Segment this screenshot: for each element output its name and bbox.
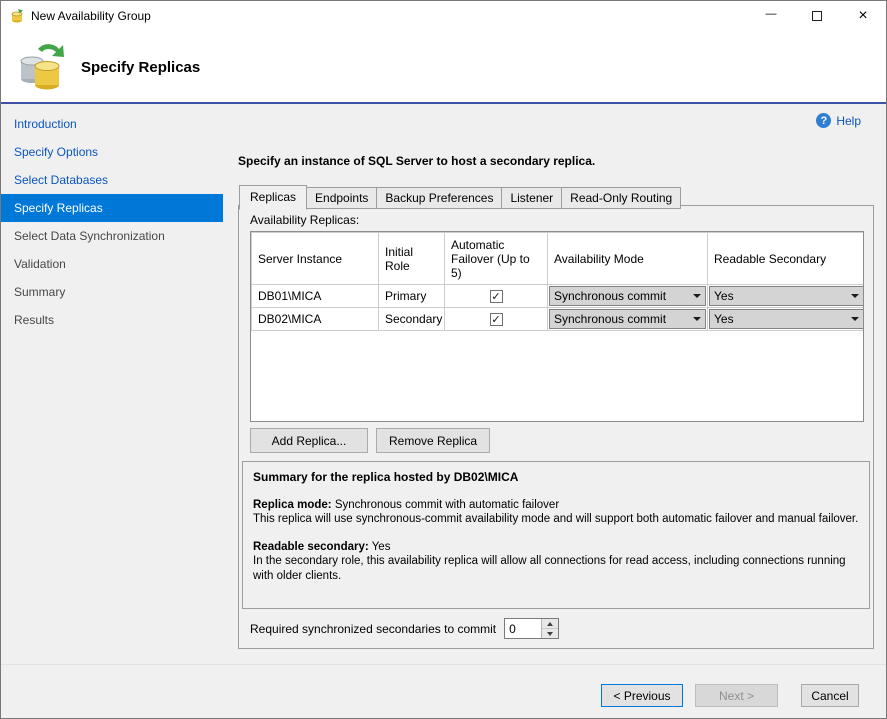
server-instance-cell: DB01\MICA xyxy=(252,285,379,308)
summary-replica-mode-section: Replica mode: Synchronous commit with au… xyxy=(253,498,859,527)
tab-backup-preferences[interactable]: Backup Preferences xyxy=(376,187,502,209)
column-header-automatic-failover: Automatic Failover (Up to 5) xyxy=(445,233,548,285)
remove-replica-button[interactable]: Remove Replica xyxy=(376,428,490,453)
help-label: Help xyxy=(836,114,861,128)
sidebar-item-summary: Summary xyxy=(1,278,223,306)
window-title: New Availability Group xyxy=(31,9,151,23)
column-header-server-instance: Server Instance xyxy=(252,233,379,285)
automatic-failover-checkbox[interactable] xyxy=(490,290,503,303)
required-sync-label: Required synchronized secondaries to com… xyxy=(250,622,496,636)
sidebar-item-validation: Validation xyxy=(1,250,223,278)
readable-secondary-select[interactable]: Yes xyxy=(709,309,864,329)
tab-listener[interactable]: Listener xyxy=(501,187,562,209)
server-instance-cell: DB02\MICA xyxy=(252,308,379,331)
new-availability-group-window: New Availability Group — × Specify Repli… xyxy=(0,0,887,719)
page-instruction: Specify an instance of SQL Server to hos… xyxy=(238,154,595,168)
titlebar: New Availability Group — × xyxy=(1,1,886,31)
table-row: DB02\MICA Secondary Synchronous commit xyxy=(252,308,865,331)
tab-strip: Replicas Endpoints Backup Preferences Li… xyxy=(239,185,681,209)
help-link[interactable]: ? Help xyxy=(816,113,861,128)
spinner-buttons xyxy=(541,619,558,638)
readable-secondary-label: Readable secondary: xyxy=(253,541,369,553)
sidebar-item-select-data-synchronization: Select Data Synchronization xyxy=(1,222,223,250)
maximize-button[interactable] xyxy=(794,1,840,31)
minimize-button[interactable]: — xyxy=(748,1,794,31)
table-row: DB01\MICA Primary Synchronous commit xyxy=(252,285,865,308)
spinner-up-icon xyxy=(547,622,553,626)
maximize-icon xyxy=(812,11,822,21)
readable-secondary-description: In the secondary role, this availability… xyxy=(253,554,859,583)
replicas-grid: Server Instance Initial Role Automatic F… xyxy=(250,231,864,422)
wizard-footer: < Previous Next > Cancel xyxy=(1,664,886,719)
initial-role-cell: Primary xyxy=(379,285,445,308)
chevron-down-icon xyxy=(847,317,863,321)
automatic-failover-checkbox[interactable] xyxy=(490,313,503,326)
required-sync-input[interactable] xyxy=(505,619,541,638)
previous-button[interactable]: < Previous xyxy=(601,684,683,707)
availability-mode-value: Synchronous commit xyxy=(550,289,689,303)
replica-mode-label: Replica mode: xyxy=(253,499,332,511)
readable-secondary-summary-value: Yes xyxy=(372,541,391,553)
required-sync-spinner xyxy=(504,618,559,639)
sidebar-item-results: Results xyxy=(1,306,223,334)
minimize-icon: — xyxy=(766,9,777,20)
wizard-steps-sidebar: Introduction Specify Options Select Data… xyxy=(1,104,223,664)
help-icon: ? xyxy=(816,113,831,128)
readable-secondary-select[interactable]: Yes xyxy=(709,286,864,306)
column-header-initial-role: Initial Role xyxy=(379,233,445,285)
sidebar-item-select-databases[interactable]: Select Databases xyxy=(1,166,223,194)
spinner-down-icon xyxy=(547,632,553,636)
chevron-down-icon xyxy=(847,294,863,298)
window-controls: — × xyxy=(748,1,886,31)
app-icon xyxy=(9,8,25,24)
sidebar-item-specify-replicas[interactable]: Specify Replicas xyxy=(1,194,223,222)
required-sync-row: Required synchronized secondaries to com… xyxy=(250,618,559,639)
replica-summary-box: Summary for the replica hosted by DB02\M… xyxy=(242,461,870,609)
tab-endpoints[interactable]: Endpoints xyxy=(306,187,377,209)
availability-mode-select[interactable]: Synchronous commit xyxy=(549,286,706,306)
page-title: Specify Replicas xyxy=(81,59,200,76)
replica-mode-description: This replica will use synchronous-commit… xyxy=(253,512,859,526)
replicas-tab-panel: Availability Replicas: Server Instance I… xyxy=(238,205,874,649)
chevron-down-icon xyxy=(689,317,705,321)
availability-group-icon xyxy=(14,39,68,96)
summary-title: Summary for the replica hosted by DB02\M… xyxy=(253,470,859,485)
add-replica-button[interactable]: Add Replica... xyxy=(250,428,368,453)
chevron-down-icon xyxy=(689,294,705,298)
summary-readable-secondary-section: Readable secondary: Yes In the secondary… xyxy=(253,540,859,583)
availability-mode-value: Synchronous commit xyxy=(550,312,689,326)
column-header-readable-secondary: Readable Secondary xyxy=(708,233,865,285)
close-button[interactable]: × xyxy=(840,1,886,31)
availability-mode-select[interactable]: Synchronous commit xyxy=(549,309,706,329)
readable-secondary-value: Yes xyxy=(710,312,847,326)
table-header-row: Server Instance Initial Role Automatic F… xyxy=(252,233,865,285)
replicas-table: Server Instance Initial Role Automatic F… xyxy=(251,232,864,331)
wizard-header: Specify Replicas xyxy=(1,31,886,102)
readable-secondary-value: Yes xyxy=(710,289,847,303)
next-button[interactable]: Next > xyxy=(695,684,778,707)
spinner-down-button[interactable] xyxy=(542,628,558,638)
column-header-availability-mode: Availability Mode xyxy=(548,233,708,285)
tab-read-only-routing[interactable]: Read-Only Routing xyxy=(561,187,681,209)
spinner-up-button[interactable] xyxy=(542,619,558,628)
replica-buttons: Add Replica... Remove Replica xyxy=(250,428,490,453)
main-content: ? Help Specify an instance of SQL Server… xyxy=(223,104,887,664)
availability-replicas-label: Availability Replicas: xyxy=(250,213,359,227)
cancel-button[interactable]: Cancel xyxy=(801,684,859,707)
replica-mode-value: Synchronous commit with automatic failov… xyxy=(335,499,559,511)
initial-role-cell: Secondary xyxy=(379,308,445,331)
close-icon: × xyxy=(858,8,867,24)
tab-replicas[interactable]: Replicas xyxy=(239,185,307,210)
sidebar-item-specify-options[interactable]: Specify Options xyxy=(1,138,223,166)
sidebar-item-introduction[interactable]: Introduction xyxy=(1,110,223,138)
